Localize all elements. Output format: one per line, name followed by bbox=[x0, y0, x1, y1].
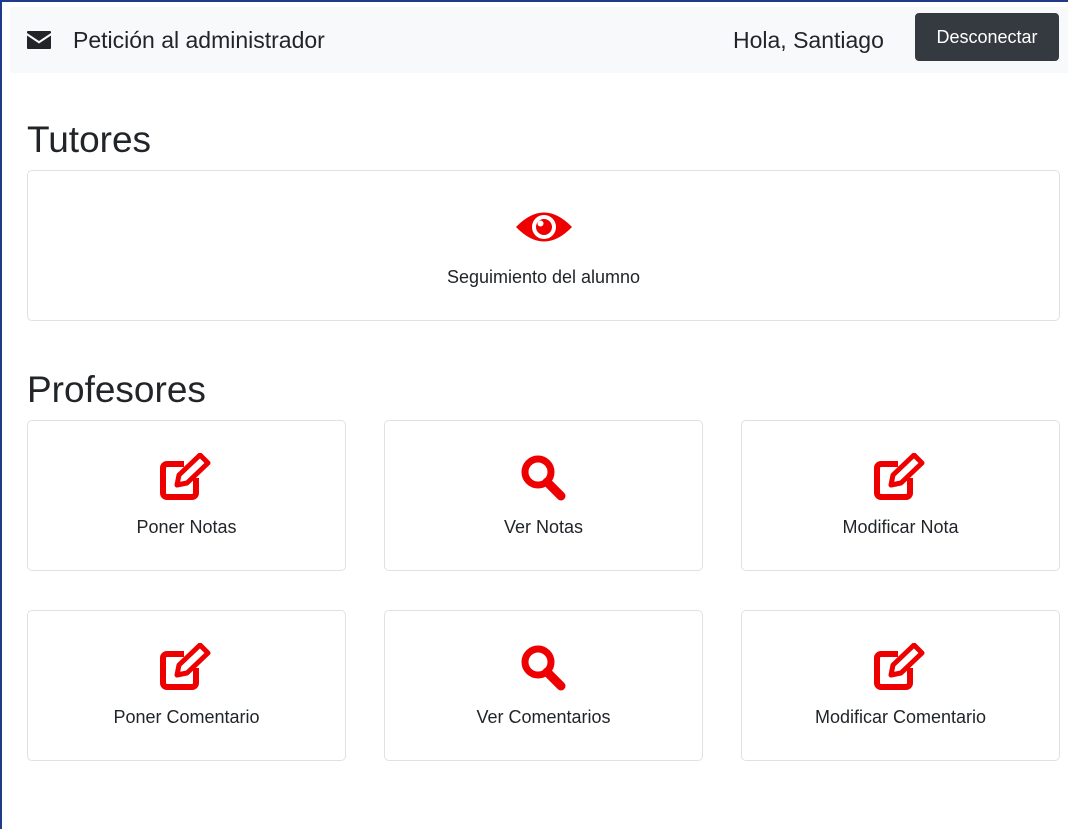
card-label: Modificar Nota bbox=[842, 517, 959, 537]
card-label: Ver Comentarios bbox=[476, 707, 611, 727]
edit-icon bbox=[157, 453, 217, 501]
top-navbar: Petición al administrador Hola, Santiago… bbox=[10, 7, 1068, 73]
card-seguimiento-alumno[interactable]: Seguimiento del alumno bbox=[27, 170, 1060, 321]
envelope-icon bbox=[27, 31, 51, 49]
card-poner-comentario[interactable]: Poner Comentario bbox=[27, 610, 346, 761]
edit-icon bbox=[871, 643, 931, 691]
search-icon bbox=[516, 643, 572, 691]
card-modificar-nota[interactable]: Modificar Nota bbox=[741, 420, 1060, 571]
card-label: Ver Notas bbox=[503, 517, 584, 537]
card-poner-notas[interactable]: Poner Notas bbox=[27, 420, 346, 571]
card-modificar-comentario[interactable]: Modificar Comentario bbox=[741, 610, 1060, 761]
search-icon bbox=[516, 453, 572, 501]
window-border-left bbox=[0, 0, 2, 829]
card-ver-notas[interactable]: Ver Notas bbox=[384, 420, 703, 571]
eye-icon bbox=[515, 203, 573, 251]
petition-link-label: Petición al administrador bbox=[73, 26, 325, 53]
card-label: Seguimiento del alumno bbox=[446, 267, 641, 287]
petition-link[interactable]: Petición al administrador bbox=[27, 7, 325, 73]
edit-icon bbox=[157, 643, 217, 691]
user-greeting: Hola, Santiago bbox=[733, 26, 884, 53]
edit-icon bbox=[871, 453, 931, 501]
card-ver-comentarios[interactable]: Ver Comentarios bbox=[384, 610, 703, 761]
section-title-tutores: Tutores bbox=[27, 119, 152, 160]
card-label: Poner Notas bbox=[136, 517, 237, 537]
card-label: Modificar Comentario bbox=[814, 707, 987, 727]
window-border-top bbox=[0, 0, 1068, 2]
logout-button[interactable]: Desconectar bbox=[915, 13, 1059, 61]
section-title-profesores: Profesores bbox=[27, 369, 206, 410]
card-label: Poner Comentario bbox=[113, 707, 260, 727]
